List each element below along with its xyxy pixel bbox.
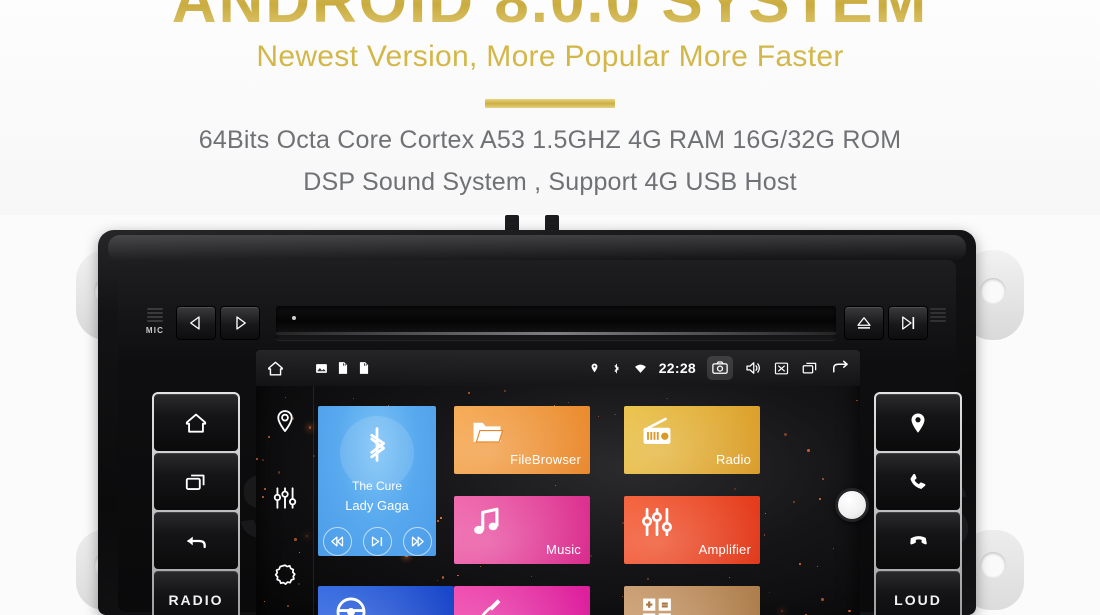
prev-track-button[interactable] [176,306,216,340]
tile-label: Amplifier [698,542,751,557]
hw-radio-label: RADIO [168,592,224,608]
tile-filebrowser[interactable]: FileBrowser [454,406,590,474]
volume-knob[interactable] [835,488,869,522]
steering-wheel-icon [334,595,368,615]
radio-icon [640,415,674,454]
picture-icon [315,362,328,375]
next-icon[interactable] [402,527,432,556]
volume-icon[interactable] [744,359,762,377]
wifi-icon [633,362,648,375]
play-pause-icon [902,316,915,330]
android-status-bar: 22:28 [256,350,860,386]
gold-divider [485,99,615,108]
music-note-icon [470,505,504,544]
car-stereo-product-image: SUDAR SUDAR TECHNOLOGY CO., LTD S MIC [0,212,1100,615]
tile-amplifier[interactable]: Amplifier [624,496,760,564]
navigation-pin-icon [911,412,925,433]
hw-hangup-key[interactable] [876,512,960,569]
settings-gear-icon[interactable] [272,562,298,593]
promo-header: ANDROID 8.0.0 SYSTEM Newest Version, Mor… [0,0,1100,215]
hw-loud-key[interactable]: LOUD [876,571,960,615]
play-pause-icon[interactable] [362,527,392,556]
bluetooth-icon [370,427,385,462]
phone-hangup-icon [910,535,927,544]
location-pin-icon[interactable] [272,408,298,439]
hw-back-key[interactable] [154,512,238,569]
tile-wheelkey[interactable]: Wheelkey S [318,586,454,615]
tile-music[interactable]: Music [454,496,590,564]
previous-icon[interactable] [322,527,352,556]
touchscreen-display[interactable]: 22:28 The Cure Lady Gaga FileBrowser Rad… [256,350,860,615]
play-pause-button[interactable] [888,306,928,340]
body-highlight [108,235,966,261]
hw-home-key[interactable] [154,394,238,451]
triangle-left-icon [190,316,200,330]
screw-hole [980,552,1006,578]
hw-radio-key[interactable]: RADIO [154,571,238,615]
screw-hole [980,278,1006,304]
widget-transport-controls [322,527,432,556]
tile-avin[interactable]: AVIN [454,586,590,615]
location-icon [589,361,600,375]
recent-apps-icon [185,474,205,490]
tile-label: FileBrowser [510,452,581,467]
next-track-button[interactable] [220,306,260,340]
left-hardware-keys: RADIO [152,392,240,615]
cd-slot-rail [276,332,836,335]
tile-radio[interactable]: Radio [624,406,760,474]
disc-control-strip [158,302,928,344]
hw-loud-label: LOUD [894,592,942,608]
speaker-grille-icon [930,308,946,324]
equalizer-icon [640,505,674,544]
eject-button[interactable] [844,306,884,340]
back-arrow-icon [187,536,206,548]
folder-icon [470,415,504,454]
slot-pin [292,316,296,320]
home-icon[interactable] [266,359,285,378]
camera-icon[interactable] [707,356,733,380]
phone-answer-icon [910,473,926,489]
hw-nav-key[interactable] [876,394,960,451]
aux-cable-icon [470,595,504,615]
hw-answer-key[interactable] [876,453,960,510]
equalizer-icon[interactable] [272,485,298,516]
page-subtitle: Newest Version, More Popular More Faster [256,40,844,73]
close-x-icon[interactable] [773,360,790,377]
spec-line-2: DSP Sound System , Support 4G USB Host [303,168,797,196]
head-unit-body: SUDAR SUDAR TECHNOLOGY CO., LTD S MIC [98,230,976,615]
right-hardware-keys: LOUD [874,392,962,615]
calculator-icon [640,595,674,615]
sd-card-icon [358,361,370,375]
home-icon [185,413,207,433]
page-title: ANDROID 8.0.0 SYSTEM [0,0,1100,37]
eject-icon [857,317,871,329]
recent-apps-icon[interactable] [801,359,819,377]
screen-left-rail [256,386,314,615]
widget-artist: Lady Gaga [345,498,409,513]
bluetooth-icon [611,361,622,376]
bluetooth-music-widget[interactable]: The Cure Lady Gaga [318,406,436,556]
spec-line-1: 64Bits Octa Core Cortex A53 1.5GHZ 4G RA… [198,126,902,154]
face-plate: SUDAR SUDAR TECHNOLOGY CO., LTD S MIC [118,260,972,615]
status-bar-clock: 22:28 [658,360,696,376]
tile-calculator[interactable]: Calculator [624,586,760,615]
triangle-right-icon [236,316,246,330]
tile-label: Music [546,542,581,557]
hw-recent-key[interactable] [154,453,238,510]
tile-label: Radio [716,452,751,467]
back-arrow-icon[interactable] [830,358,850,378]
sd-card-icon [337,361,349,375]
